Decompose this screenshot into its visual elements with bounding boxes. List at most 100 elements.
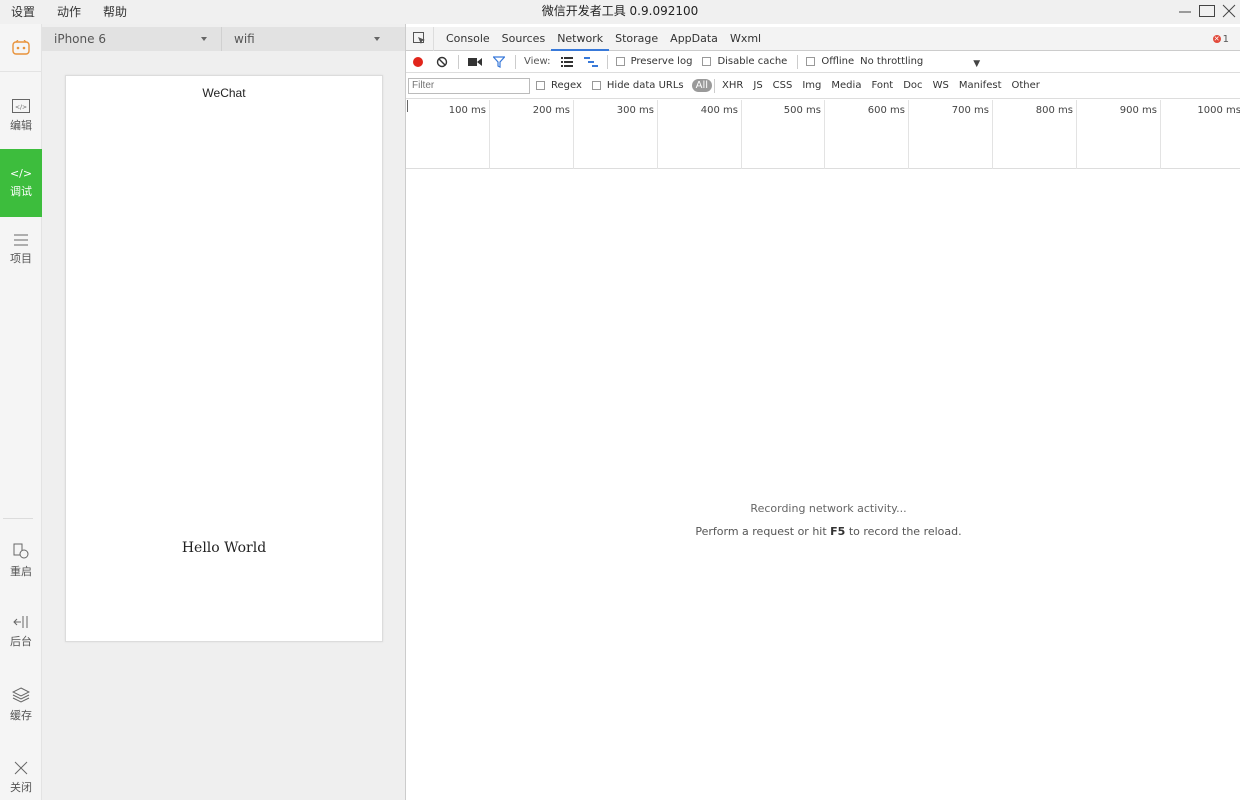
devtools-tab-bar: Console Sources Network Storage AppData … [406,26,1240,51]
record-button[interactable] [406,51,430,73]
timeline-tick: 100 ms [406,100,490,169]
background-icon [13,616,28,628]
sidebar: </> 编辑 </> 调试 项目 重启 后台 缓存 关闭 [0,24,42,800]
filter-type-xhr[interactable]: XHR [717,80,748,91]
empty-state-line-1: Recording network activity... [750,502,907,515]
sidebar-item-label: 重启 [10,565,32,578]
checkbox-box [615,57,625,66]
filter-type-ws[interactable]: WS [928,80,954,91]
hide-data-urls-checkbox[interactable]: Hide data URLs [591,80,684,91]
filter-type-css[interactable]: CSS [768,80,798,91]
svg-text:</>: </> [11,167,31,179]
tab-sources[interactable]: Sources [496,27,552,51]
preserve-log-checkbox[interactable]: Preserve log [615,56,692,67]
tab-storage[interactable]: Storage [609,27,664,51]
menu-help[interactable]: 帮助 [92,1,138,23]
network-select-value: wifi [234,32,255,46]
timeline-tick: 900 ms [1077,100,1161,169]
empty-state-text: Perform a request or hit [695,525,831,538]
clear-icon [436,56,448,67]
menu-actions[interactable]: 动作 [46,1,92,23]
sidebar-item-label: 编辑 [10,119,32,132]
filter-type-img[interactable]: Img [797,80,826,91]
code-window-icon: </> [12,99,30,113]
toolbar-divider [458,54,459,69]
timeline-tick: 600 ms [825,100,909,169]
error-counter[interactable]: ✕ 1 [1212,27,1229,51]
network-select[interactable]: wifi [222,27,394,51]
empty-state-line-2: Perform a request or hit F5 to record th… [406,525,1240,538]
phone-screen[interactable]: WeChat Hello World [65,75,383,642]
device-select[interactable]: iPhone 6 [42,27,222,51]
tab-wxml[interactable]: Wxml [724,27,767,51]
sidebar-item-label: 调试 [10,185,32,198]
app-logo [0,24,42,72]
network-timeline-overview[interactable]: 100 ms 200 ms 300 ms 400 ms 500 ms 600 m… [406,100,1240,169]
tab-console[interactable]: Console [440,27,496,51]
sidebar-item-edit[interactable]: </> 编辑 [0,82,42,150]
sidebar-item-project[interactable]: 项目 [0,216,42,284]
filter-type-manifest[interactable]: Manifest [954,80,1007,91]
sidebar-item-restart[interactable]: 重启 [0,527,42,595]
tab-appdata[interactable]: AppData [664,27,724,51]
filter-type-media[interactable]: Media [826,80,866,91]
sidebar-item-cache[interactable]: 缓存 [0,671,42,739]
minimize-button[interactable] [1174,0,1196,22]
toolbar-divider [515,54,516,69]
record-icon [413,56,423,67]
clear-button[interactable] [430,51,454,73]
filter-divider [714,78,716,93]
tab-network[interactable]: Network [551,27,610,51]
offline-checkbox[interactable]: Offline [806,56,854,67]
close-icon [14,761,28,775]
maximize-button[interactable] [1196,0,1218,22]
sidebar-item-label: 项目 [10,252,32,265]
sidebar-item-close[interactable]: 关闭 [0,744,42,800]
regex-checkbox[interactable]: Regex [536,80,582,91]
minimize-icon [1179,11,1191,13]
phone-nav-title: WeChat [202,86,246,100]
throttling-value: No throttling [860,56,924,67]
menu-settings[interactable]: 设置 [0,1,46,23]
phone-body-text: Hello World [181,540,267,556]
filter-type-font[interactable]: Font [866,80,898,91]
video-camera-icon [468,57,482,66]
timeline-tick: 700 ms [909,100,993,169]
sidebar-item-background[interactable]: 后台 [0,598,42,666]
error-count: 1 [1222,33,1229,45]
filter-type-doc[interactable]: Doc [898,80,927,91]
waterfall-icon [583,56,598,67]
large-rows-button[interactable] [555,51,579,73]
throttling-select[interactable]: No throttling ▼ [860,56,980,69]
timeline-tick: 500 ms [741,100,825,169]
close-window-button[interactable] [1218,0,1240,22]
svg-text:</>: </> [15,104,27,111]
toolbar-divider [606,54,608,69]
chevron-down-icon [201,37,207,41]
disable-cache-checkbox[interactable]: Disable cache [702,56,787,67]
maximize-icon [1199,5,1215,17]
filter-type-js[interactable]: JS [748,80,767,91]
filter-input[interactable] [408,77,530,94]
layers-icon [12,687,30,703]
wechat-devtools-logo-icon [12,39,30,55]
title-bar: 设置 动作 帮助 微信开发者工具 0.9.092100 [0,0,1240,24]
empty-state-text: to record the reload. [845,525,962,538]
sidebar-item-label: 后台 [10,635,32,648]
inspect-element-button[interactable] [406,26,434,51]
checkbox-box [702,57,712,66]
timeline-tick-label: 500 ms [783,105,821,116]
empty-state-key: F5 [830,525,846,538]
capture-screenshots-button[interactable] [463,51,487,73]
filter-toggle-button[interactable] [487,51,511,73]
sidebar-item-debug[interactable]: </> 调试 [0,149,42,217]
window-controls [1174,0,1240,24]
filter-type-all[interactable]: All [691,79,713,92]
timeline-tick: 200 ms [490,100,574,169]
inspect-cursor-icon [413,32,425,44]
timeline-tick: 800 ms [993,100,1077,169]
filter-type-other[interactable]: Other [1007,80,1045,91]
overview-button[interactable] [579,51,603,73]
window-title: 微信开发者工具 0.9.092100 [541,4,699,18]
sidebar-item-label: 关闭 [10,781,32,794]
